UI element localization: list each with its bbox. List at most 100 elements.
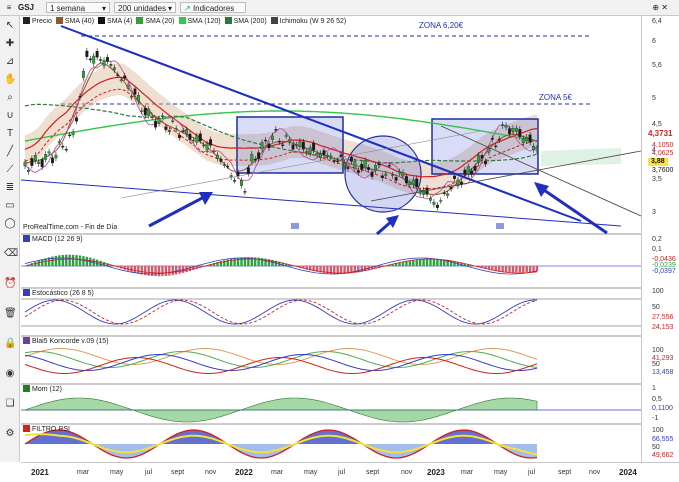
candle-body (202, 144, 206, 147)
rectangle-icon[interactable]: ▭ (4, 200, 16, 212)
right-price-axis[interactable]: 6,4 6 5,6 5 4,5 4 3,5 3 4,3731 4,1050 4,… (641, 16, 679, 462)
candle-body (130, 96, 133, 98)
alert-icon[interactable]: ⏰ (4, 278, 16, 290)
chart-area[interactable]: Precio SMA (40) SMA (4) SMA (20) SMA (120) SM… (20, 16, 642, 462)
candle-body (384, 173, 388, 176)
candle-body (284, 135, 288, 137)
time-axis[interactable]: 2021 mar may jul sept nov 2022 mar may j… (21, 462, 679, 482)
candle-body (360, 163, 364, 170)
mom-tag: 0,1100 (652, 405, 673, 412)
last-price-tag: 3,88 (648, 158, 668, 166)
macd-histogram-bar (229, 258, 233, 267)
legend-color-box (55, 17, 63, 24)
magnet-icon[interactable]: ∪ (4, 110, 16, 122)
year-label: 2023 (427, 468, 445, 477)
candle-body (226, 165, 230, 168)
month-label: sept (171, 469, 185, 476)
legend-item[interactable]: SMA (40) (55, 17, 94, 26)
crosshair-icon[interactable]: ✚ (4, 38, 16, 50)
macd-histogram-bar (126, 266, 130, 271)
zoom-icon[interactable]: ⌕ (4, 92, 16, 104)
macd-histogram-bar (58, 255, 61, 267)
macd-histogram-bar (99, 260, 102, 267)
candle-body (274, 129, 278, 131)
window-controls[interactable]: ⊕ ✕ (628, 2, 668, 13)
candle-body (212, 150, 216, 152)
candle-body (112, 67, 116, 70)
candle-body (380, 175, 384, 179)
candle-body (51, 157, 54, 164)
blai-color-box (23, 337, 30, 344)
ruler-icon[interactable]: ⊿ (4, 56, 16, 68)
hand-icon[interactable]: ✋ (4, 74, 16, 86)
month-label: mar (77, 469, 90, 476)
fibonacci-icon[interactable]: ≣ (4, 182, 16, 194)
text-icon[interactable]: T (4, 128, 16, 140)
candle-body (154, 120, 158, 128)
legend-item[interactable]: Precio (23, 17, 52, 26)
candle-body (150, 116, 154, 118)
candle-body (264, 139, 267, 142)
shape-icon[interactable]: ◯ (4, 218, 16, 230)
macd-histogram-bar (174, 266, 178, 275)
macd-histogram-bar (161, 266, 164, 277)
candle-body (257, 152, 261, 159)
indicators-button[interactable]: ↗ Indicadores (180, 2, 246, 13)
macd-histogram-bar (535, 266, 539, 272)
candle-body (250, 153, 254, 162)
trendline-icon[interactable]: ⟋ (4, 164, 16, 176)
candle-body (367, 167, 371, 170)
candle-body (243, 191, 247, 193)
candle-body (494, 145, 498, 148)
blai-tick: 100 (652, 347, 664, 354)
symbol-field[interactable]: GSJ (18, 2, 34, 13)
candle-body (92, 55, 96, 64)
candle-body (171, 120, 175, 122)
candle-body (44, 153, 48, 160)
instrument-icon[interactable]: ≡ (3, 2, 15, 13)
eraser-icon[interactable]: ⌫ (4, 248, 18, 260)
candle-body (88, 58, 92, 61)
candle-body (336, 160, 340, 162)
macd-histogram-bar (508, 266, 511, 273)
candle-body (85, 50, 89, 57)
macd-histogram-bar (61, 254, 64, 267)
candle-body (126, 84, 130, 89)
legend-item[interactable]: Ichimoku (W 9 26 52) (270, 17, 347, 26)
legend-color-box (224, 17, 232, 24)
macd-histogram-bar (491, 266, 494, 270)
candle-body (322, 150, 326, 156)
legend-item[interactable]: SMA (120) (178, 17, 221, 26)
legend-item[interactable]: SMA (200) (224, 17, 267, 26)
candle-body (525, 137, 529, 142)
price-chart[interactable] (20, 16, 642, 462)
legend-item[interactable]: SMA (4) (98, 17, 132, 26)
legend-item[interactable]: SMA (20) (136, 17, 175, 26)
trash-icon[interactable]: 🗑 (4, 308, 17, 320)
macd-histogram-bar (164, 266, 168, 276)
macd-histogram-bar (78, 255, 82, 267)
macd-histogram-bar (68, 254, 71, 267)
month-label: jul (145, 469, 153, 476)
settings-icon[interactable]: ⚙ (4, 428, 16, 440)
candle-body (477, 155, 481, 163)
units-selector[interactable]: 200 unidades ▾ (114, 2, 176, 13)
timeframe-selector[interactable]: 1 semana ▾ (46, 2, 110, 13)
rsi-title: FILTRO RSI (23, 425, 70, 434)
candle-body (504, 125, 508, 128)
lock-icon[interactable]: 🔒 (4, 338, 16, 350)
legend-label: Ichimoku (W 9 26 52) (279, 18, 347, 25)
macd-histogram-bar (528, 266, 532, 272)
cursor-icon[interactable]: ↖ (4, 20, 16, 32)
zona-5-label: ZONA 5€ (539, 93, 572, 102)
rsi-tag: 49,662 (652, 452, 674, 459)
price-tag-black: 3,7600 (652, 167, 674, 174)
eye-icon[interactable]: ◉ (4, 368, 16, 380)
line-icon[interactable]: ╱ (4, 146, 16, 158)
macd-histogram-bar (525, 266, 528, 273)
candle-body (332, 160, 336, 162)
candle-body (312, 142, 316, 151)
month-label: nov (401, 469, 413, 476)
layers-icon[interactable]: ❏ (4, 398, 16, 410)
chevron-down-icon: ▾ (101, 4, 106, 13)
